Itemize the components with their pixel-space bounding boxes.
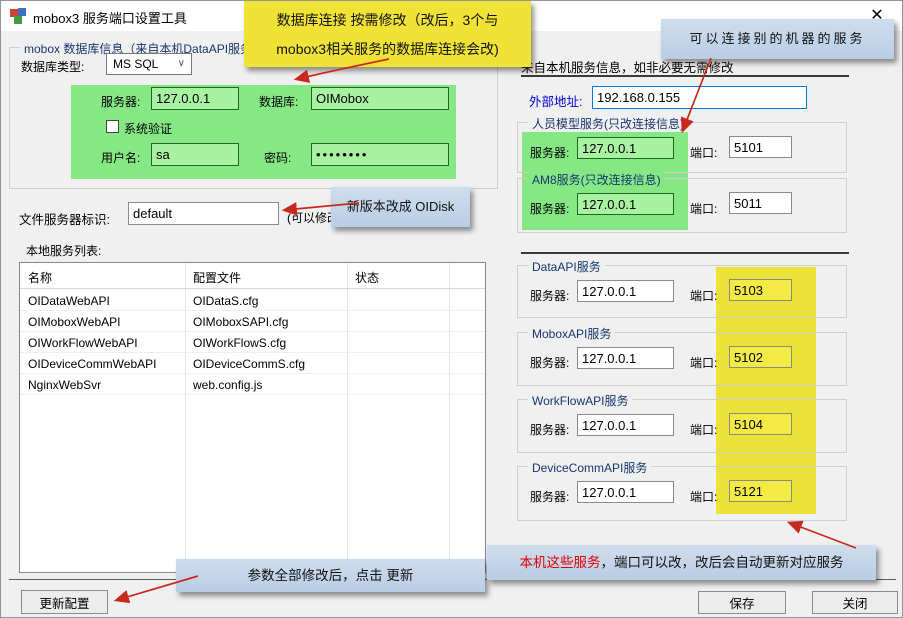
table-row[interactable]: OIMoboxWebAPI OIMoboxSAPI.cfg [20,311,485,332]
local-services-label: 本地服务列表: [26,242,101,259]
port-label: 端口: [690,421,717,438]
cell-name: OIWorkFlowWebAPI [28,336,138,350]
server-label: 服务器: [530,354,569,371]
server-input[interactable] [577,193,674,215]
group-title: WorkFlowAPI服务 [528,392,632,409]
password-input[interactable] [311,143,449,166]
chevron-down-icon: ∨ [178,54,185,74]
note-oidisk: 新版本改成 OIDisk [331,187,470,227]
port-input[interactable] [729,480,792,502]
server-input[interactable] [577,137,674,159]
note-line: 数据库连接 按需修改（改后，3个与 [244,6,531,35]
server-input[interactable] [577,347,674,369]
server-label: 服务器: [530,488,569,505]
port-input[interactable] [729,136,792,158]
group-workflowapi-service: WorkFlowAPI服务 服务器: 端口: [517,399,847,453]
window-title: mobox3 服务端口设置工具 [33,8,187,27]
note-line: mobox3相关服务的数据库连接会改) [244,35,531,64]
cell-config: web.config.js [193,378,262,392]
group-person-model-service: 人员模型服务(只改连接信息) 服务器: 端口: [517,122,847,173]
db-name-input[interactable] [311,87,449,110]
group-dataapi-service: DataAPI服务 服务器: 端口: [517,265,847,318]
group-title: DataAPI服务 [528,258,605,275]
group-title: 人员模型服务(只改连接信息) [528,115,688,132]
password-label: 密码: [264,149,291,166]
port-label: 端口: [690,354,717,371]
db-server-input[interactable] [151,87,239,110]
note-red-text: 本机这些服务 [520,555,601,570]
port-label: 端口: [690,200,717,217]
cell-config: OIDataS.cfg [193,294,258,308]
note-rest-text: ，端口可以改，改后会自动更新对应服务 [601,555,844,570]
cell-config: OIMoboxSAPI.cfg [193,315,288,329]
local-service-info-text: 来自本机服务信息，如非必要无需修改 [521,57,734,76]
external-address-input[interactable] [592,86,807,109]
port-label: 端口: [690,287,717,304]
port-label: 端口: [690,144,717,161]
db-type-value: MS SQL [113,57,158,71]
db-server-label: 服务器: [101,93,140,110]
username-label: 用户名: [101,149,140,166]
cell-config: OIWorkFlowS.cfg [193,336,286,350]
divider [521,252,849,254]
close-button[interactable]: 关闭 [812,591,898,614]
port-input[interactable] [729,413,792,435]
group-title: MoboxAPI服务 [528,325,615,342]
table-row[interactable]: NginxWebSvr web.config.js [20,374,485,395]
note-click-update: 参数全部修改后，点击 更新 [176,559,485,592]
update-config-button[interactable]: 更新配置 [21,590,108,614]
group-moboxapi-service: MoboxAPI服务 服务器: 端口: [517,332,847,386]
server-label: 服务器: [530,421,569,438]
server-input[interactable] [577,280,674,302]
db-type-select[interactable]: MS SQL ∨ [106,53,192,75]
cell-name: NginxWebSvr [28,378,101,392]
cell-config: OIDeviceCommS.cfg [193,357,305,371]
server-label: 服务器: [530,200,569,217]
group-am8-service: AM8服务(只改连接信息) 服务器: 端口: [517,178,847,233]
fileserver-label: 文件服务器标识: [19,209,110,228]
username-input[interactable] [151,143,239,166]
server-label: 服务器: [530,287,569,304]
cell-name: OIDataWebAPI [28,294,110,308]
note-database-connection: 数据库连接 按需修改（改后，3个与 mobox3相关服务的数据库连接会改) [244,1,531,67]
table-row[interactable]: OIDataWebAPI OIDataS.cfg [20,290,485,311]
header-status[interactable]: 状态 [355,269,379,286]
external-address-label: 外部地址: [529,91,582,110]
db-type-label: 数据库类型: [21,58,84,75]
db-name-label: 数据库: [259,93,298,110]
divider [521,75,849,77]
group-title: AM8服务(只改连接信息) [528,171,665,188]
header-config[interactable]: 配置文件 [193,269,241,286]
fileserver-input[interactable] [128,202,279,225]
system-auth-label: 系统验证 [124,120,172,137]
port-input[interactable] [729,279,792,301]
header-name[interactable]: 名称 [28,269,52,286]
server-input[interactable] [577,481,674,503]
system-auth-checkbox[interactable] [106,120,119,133]
group-title: DeviceCommAPI服务 [528,459,651,476]
group-devicecommapi-service: DeviceCommAPI服务 服务器: 端口: [517,466,847,521]
port-input[interactable] [729,192,792,214]
server-label: 服务器: [530,144,569,161]
table-header: 名称 配置文件 状态 [20,263,485,289]
local-services-table: 名称 配置文件 状态 OIDataWebAPI OIDataS.cfg OIMo… [19,262,486,573]
port-label: 端口: [690,488,717,505]
cell-name: OIMoboxWebAPI [28,315,120,329]
app-window: mobox3 服务端口设置工具 ✕ mobox 数据库信息（来自本机DataAP… [0,0,903,618]
app-icon [10,8,27,25]
server-input[interactable] [577,414,674,436]
note-local-services: 本机这些服务，端口可以改，改后会自动更新对应服务 [487,545,876,580]
table-row[interactable]: OIDeviceCommWebAPI OIDeviceCommS.cfg [20,353,485,374]
save-button[interactable]: 保存 [698,591,786,614]
table-row[interactable]: OIWorkFlowWebAPI OIWorkFlowS.cfg [20,332,485,353]
cell-name: OIDeviceCommWebAPI [28,357,156,371]
port-input[interactable] [729,346,792,368]
note-remote-machine: 可以连接别的机器的服务 [661,19,894,59]
